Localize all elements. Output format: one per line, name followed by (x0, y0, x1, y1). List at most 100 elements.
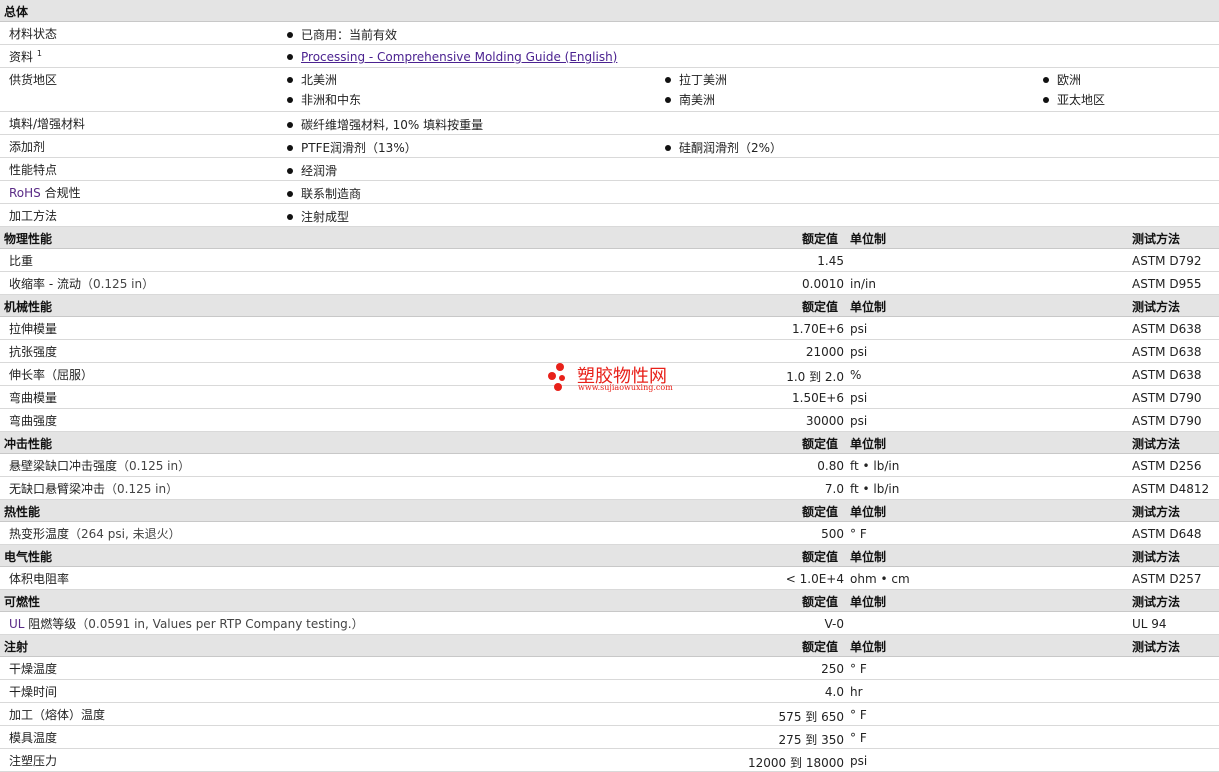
col-header-value: 额定值 (802, 550, 839, 564)
row-value: 21000 (805, 345, 844, 359)
row-test-method: ASTM D257 (1132, 572, 1202, 586)
section-header: 注射 额定值 单位制 测试方法 (0, 635, 1219, 657)
row-unit: ft • lb/in (850, 482, 900, 496)
general-row-docs: 资料 1 Processing - Comprehensive Molding … (0, 45, 1219, 68)
row-value: 0.80 (817, 459, 844, 473)
list-item: 碳纤维增强材料, 10% 填料按重量 (287, 116, 483, 133)
list-item: 非洲和中东 (287, 91, 361, 108)
row-unit: ° F (850, 662, 867, 676)
list-item: 拉丁美洲 (665, 71, 727, 88)
row-value: 275 到 350 (778, 733, 844, 747)
table-row: UL 阻燃等级（0.0591 in, Values per RTP Compan… (0, 612, 1219, 635)
col-header-unit: 单位制 (850, 595, 887, 609)
row-test-method: ASTM D4812 (1132, 482, 1210, 496)
table-row: 收缩率 - 流动（0.125 in） 0.0010 in/in ASTM D955 (0, 272, 1219, 295)
row-label: 添加剂 (9, 140, 46, 154)
datasheet: 总体 材料状态 已商用：当前有效 资料 1 Processing - Compr… (0, 0, 1219, 772)
col-header-value: 额定值 (802, 595, 839, 609)
list-item: 欧洲 (1043, 71, 1081, 88)
list-item: PTFE润滑剂（13%） (287, 139, 417, 156)
row-test-method: ASTM D792 (1132, 254, 1202, 268)
row-label: 悬壁梁缺口冲击强度（0.125 in） (9, 459, 191, 473)
section-title: 可燃性 (4, 595, 41, 609)
row-value: 0.0010 (802, 277, 844, 291)
bullet-icon (287, 213, 293, 220)
row-label: 供货地区 (9, 73, 58, 87)
general-row-regions: 供货地区 北美洲 拉丁美洲 欧洲 非洲和中东 南美洲 亚太地区 (0, 68, 1219, 112)
row-label: 抗张强度 (9, 345, 58, 359)
table-row: 干燥时间 4.0 hr (0, 680, 1219, 703)
section-title: 冲击性能 (4, 437, 53, 451)
row-value: 7.0 (824, 482, 844, 496)
col-header-unit: 单位制 (850, 300, 887, 314)
row-unit: psi (850, 754, 868, 768)
row-test-method: ASTM D648 (1132, 527, 1202, 541)
row-test-method: ASTM D638 (1132, 345, 1202, 359)
logo-dots-icon (546, 363, 574, 393)
row-label: 注塑压力 (9, 754, 58, 768)
watermark-url: www.sujiaowuxing.com (578, 383, 673, 392)
row-unit: ohm • cm (850, 572, 910, 586)
row-value: 1.0 到 2.0 (786, 370, 844, 384)
table-row: 比重 1.45 ASTM D792 (0, 249, 1219, 272)
row-label: 材料状态 (9, 27, 58, 41)
row-unit: ° F (850, 731, 867, 745)
row-unit: psi (850, 322, 868, 336)
list-item: Processing - Comprehensive Molding Guide… (287, 50, 617, 64)
table-row: 无缺口悬臂梁冲击（0.125 in） 7.0 ft • lb/in ASTM D481… (0, 477, 1219, 500)
list-item: 联系制造商 (287, 185, 361, 202)
bullet-icon (287, 76, 293, 83)
col-header-unit: 单位制 (850, 640, 887, 654)
row-label: 模具温度 (9, 731, 58, 745)
bullet-icon (287, 144, 293, 151)
section-header-general: 总体 (0, 0, 1219, 22)
row-label: UL 阻燃等级（0.0591 in, Values per RTP Compan… (9, 617, 364, 631)
col-header-unit: 单位制 (850, 550, 887, 564)
section-header: 物理性能 额定值 单位制 测试方法 (0, 227, 1219, 249)
list-item: 南美洲 (665, 91, 715, 108)
row-value: 12000 到 18000 (748, 756, 844, 770)
col-header-method: 测试方法 (1132, 550, 1181, 564)
row-test-method: ASTM D790 (1132, 414, 1202, 428)
section-header: 热性能 额定值 单位制 测试方法 (0, 500, 1219, 522)
row-label: 伸长率（屈服） (9, 368, 94, 382)
general-row-features: 性能特点 经润滑 (0, 158, 1219, 181)
bullet-icon (287, 53, 293, 60)
row-test-method: ASTM D256 (1132, 459, 1202, 473)
col-header-value: 额定值 (802, 232, 839, 246)
row-value: 575 到 650 (778, 710, 844, 724)
row-value: < 1.0E+4 (785, 572, 844, 586)
table-row: 模具温度 275 到 350 ° F (0, 726, 1219, 749)
table-row: 悬壁梁缺口冲击强度（0.125 in） 0.80 ft • lb/in ASTM D2… (0, 454, 1219, 477)
bullet-icon (1043, 76, 1049, 83)
row-test-method: ASTM D790 (1132, 391, 1202, 405)
table-row: 弯曲强度 30000 psi ASTM D790 (0, 409, 1219, 432)
list-item: 硅酮润滑剂（2%） (665, 139, 782, 156)
molding-guide-link[interactable]: Processing - Comprehensive Molding Guide… (301, 50, 617, 64)
bullet-icon (287, 190, 293, 197)
general-row-processing: 加工方法 注射成型 (0, 204, 1219, 227)
row-label: 比重 (9, 254, 34, 268)
row-value: 1.45 (817, 254, 844, 268)
section-header: 机械性能 额定值 单位制 测试方法 (0, 295, 1219, 317)
bullet-icon (665, 96, 671, 103)
table-row: 干燥温度 250 ° F (0, 657, 1219, 680)
col-header-method: 测试方法 (1132, 437, 1181, 451)
general-row-rohs: RoHS 合规性 联系制造商 (0, 181, 1219, 204)
section-title: 机械性能 (4, 300, 53, 314)
section-title: 注射 (4, 640, 29, 654)
table-row: 热变形温度（264 psi, 未退火） 500 ° F ASTM D648 (0, 522, 1219, 545)
row-label: 性能特点 (9, 163, 58, 177)
bullet-icon (665, 144, 671, 151)
section-title: 物理性能 (4, 232, 53, 246)
row-unit: ° F (850, 708, 867, 722)
row-test-method: UL 94 (1132, 617, 1167, 631)
row-unit: psi (850, 414, 868, 428)
row-unit: % (850, 368, 862, 382)
row-unit: ° F (850, 527, 867, 541)
table-row: 拉伸模量 1.70E+6 psi ASTM D638 (0, 317, 1219, 340)
row-label: 干燥时间 (9, 685, 58, 699)
general-row-additives: 添加剂 PTFE润滑剂（13%） 硅酮润滑剂（2%） (0, 135, 1219, 158)
row-label: RoHS 合规性 (9, 186, 81, 200)
row-value: 250 (821, 662, 844, 676)
